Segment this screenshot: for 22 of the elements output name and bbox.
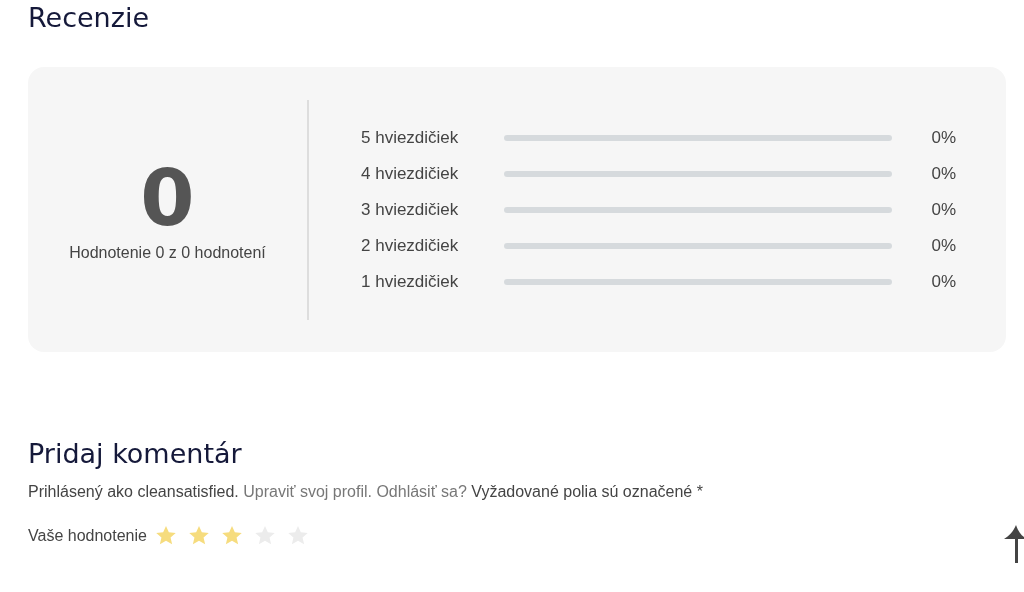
login-note: Prihlásený ako cleansatisfied. Upraviť svoj profil. Odhlásiť sa? Vyžadované polia sú označené * bbox=[28, 483, 703, 501]
section-title: Recenzie bbox=[28, 1, 149, 35]
rating-label: Vaše hodnotenie bbox=[28, 526, 147, 545]
star-icon[interactable] bbox=[187, 525, 210, 546]
percent-label: 0% bbox=[930, 271, 956, 292]
percent-label: 0% bbox=[930, 199, 956, 220]
logout-link[interactable]: Odhlásiť sa? bbox=[376, 483, 467, 500]
edit-profile-link[interactable]: Upraviť svoj profil. bbox=[243, 483, 372, 500]
star-level-label: 4 hviezdičiek bbox=[361, 163, 460, 184]
percent-label: 0% bbox=[930, 235, 956, 256]
star-level-label: 2 hviezdičiek bbox=[361, 235, 460, 256]
rating-caption: Hodnotenie 0 z 0 hodnotení bbox=[69, 243, 266, 262]
star-icon[interactable] bbox=[154, 525, 177, 546]
percent-label: 0% bbox=[930, 163, 956, 184]
arrow-up-icon[interactable] bbox=[1004, 525, 1024, 563]
section-title: Pridaj komentár bbox=[28, 437, 242, 471]
star-icon[interactable] bbox=[220, 525, 243, 546]
star-level-label: 5 hviezdičiek bbox=[361, 127, 460, 148]
average-score: 0 bbox=[140, 157, 195, 238]
star-level-label: 1 hviezdičiek bbox=[361, 271, 460, 292]
percent-label: 0% bbox=[930, 127, 956, 148]
star-level-label: 3 hviezdičiek bbox=[361, 199, 460, 220]
